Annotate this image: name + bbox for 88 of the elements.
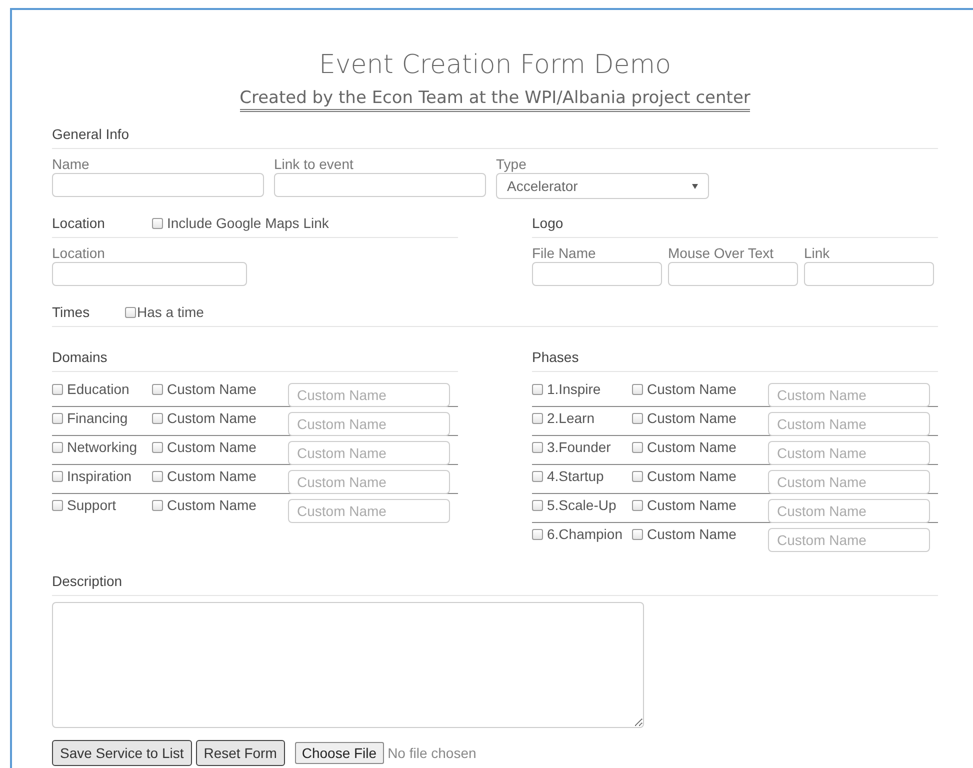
- checkbox-label: Custom Name: [647, 497, 736, 513]
- checkbox[interactable]: [152, 218, 163, 228]
- checkbox-label: Custom Name: [167, 468, 256, 484]
- checkbox-label: Custom Name: [647, 410, 736, 426]
- checkbox-label: Custom Name: [167, 381, 256, 397]
- section-heading: Phases: [532, 348, 580, 367]
- section-heading: Logo: [532, 214, 564, 233]
- section-heading: Times: [52, 303, 91, 322]
- type-dropdown[interactable]: Accelerator: [496, 173, 709, 199]
- custom-name-field[interactable]: Custom Name: [288, 470, 450, 494]
- checkbox[interactable]: [532, 442, 543, 452]
- field-label: Type: [496, 155, 528, 173]
- checkbox-label: Networking: [67, 439, 138, 455]
- field-label: File Name: [532, 244, 597, 262]
- checkbox-label: Custom Name: [167, 497, 256, 513]
- file-status: No file chosen: [388, 745, 476, 761]
- checkbox[interactable]: [52, 412, 63, 424]
- checkbox[interactable]: [52, 470, 63, 482]
- checkbox-label: Custom Name: [647, 526, 736, 542]
- checkbox-label: Inspiration: [67, 468, 132, 484]
- checkbox-label: Education: [67, 381, 130, 397]
- location-field[interactable]: [52, 262, 247, 286]
- checkbox-label: 2.Learn: [547, 410, 594, 426]
- checkbox-label: Custom Name: [167, 410, 256, 426]
- checkbox[interactable]: [152, 470, 163, 482]
- checkbox[interactable]: [632, 384, 643, 394]
- checkbox[interactable]: [52, 384, 63, 394]
- page-title: Event Creation Form Demo: [318, 49, 672, 82]
- checkbox-label: Support: [67, 497, 116, 513]
- custom-name-field[interactable]: Custom Name: [768, 499, 930, 523]
- custom-name-field[interactable]: Custom Name: [288, 441, 450, 465]
- custom-name-field[interactable]: Custom Name: [288, 499, 450, 523]
- custom-name-field[interactable]: Custom Name: [288, 412, 450, 436]
- checkbox-label: Custom Name: [167, 439, 256, 455]
- text-field[interactable]: [668, 262, 798, 286]
- field-label: Name: [52, 155, 90, 173]
- custom-name-field[interactable]: Custom Name: [768, 383, 930, 407]
- checkbox-label: Financing: [67, 410, 128, 426]
- form-button[interactable]: Reset Form: [196, 740, 285, 766]
- choose-file-button[interactable]: Choose File: [294, 742, 384, 764]
- section-heading: Domains: [52, 348, 108, 367]
- text-field[interactable]: [274, 173, 486, 197]
- custom-name-field[interactable]: Custom Name: [768, 470, 930, 494]
- checkbox-label: Custom Name: [647, 381, 736, 397]
- checkbox-label: 1.Inspire: [547, 381, 601, 397]
- custom-name-field[interactable]: Custom Name: [768, 441, 930, 465]
- field-label: Location: [52, 244, 106, 262]
- custom-name-field[interactable]: Custom Name: [768, 412, 930, 436]
- caret-icon: [692, 184, 698, 188]
- page-subtitle: Created by the Econ Team at the WPI/Albania project center: [240, 88, 750, 112]
- checkbox[interactable]: [532, 384, 543, 394]
- checkbox-label: Include Google Maps Link: [167, 215, 329, 231]
- text-field[interactable]: [804, 262, 934, 286]
- section-heading: Location: [52, 214, 106, 233]
- checkbox-label: Custom Name: [647, 439, 736, 455]
- field-label: Link: [804, 244, 831, 262]
- checkbox[interactable]: [152, 442, 163, 452]
- checkbox-label: 4.Startup: [547, 468, 604, 484]
- checkbox[interactable]: [632, 470, 643, 482]
- checkbox[interactable]: [532, 412, 543, 424]
- checkbox[interactable]: [152, 500, 163, 510]
- text-field[interactable]: [532, 262, 662, 286]
- checkbox[interactable]: [632, 528, 643, 540]
- checkbox[interactable]: [632, 500, 643, 510]
- checkbox-label: 3.Founder: [547, 439, 611, 455]
- field-label: Link to event: [274, 155, 354, 173]
- checkbox[interactable]: [152, 384, 163, 394]
- checkbox[interactable]: [532, 470, 543, 482]
- checkbox-label: 6.Champion: [547, 526, 622, 542]
- text-field[interactable]: [52, 173, 264, 197]
- custom-name-field[interactable]: Custom Name: [288, 383, 450, 407]
- section-heading: Description: [52, 572, 124, 591]
- checkbox-label: Custom Name: [647, 468, 736, 484]
- checkbox[interactable]: [152, 412, 163, 424]
- checkbox[interactable]: [532, 500, 543, 510]
- checkbox-label: Has a time: [137, 304, 204, 320]
- checkbox[interactable]: [52, 500, 63, 510]
- checkbox[interactable]: [52, 442, 63, 452]
- checkbox[interactable]: [532, 528, 543, 540]
- checkbox-label: 5.Scale-Up: [547, 497, 616, 513]
- form-button[interactable]: Save Service to List: [52, 740, 192, 766]
- section-heading: General Info: [52, 125, 130, 144]
- checkbox[interactable]: [632, 412, 643, 424]
- checkbox[interactable]: [125, 306, 136, 318]
- checkbox[interactable]: [632, 442, 643, 452]
- custom-name-field[interactable]: Custom Name: [768, 528, 930, 552]
- description-field[interactable]: [52, 602, 644, 728]
- field-label: Mouse Over Text: [668, 244, 775, 262]
